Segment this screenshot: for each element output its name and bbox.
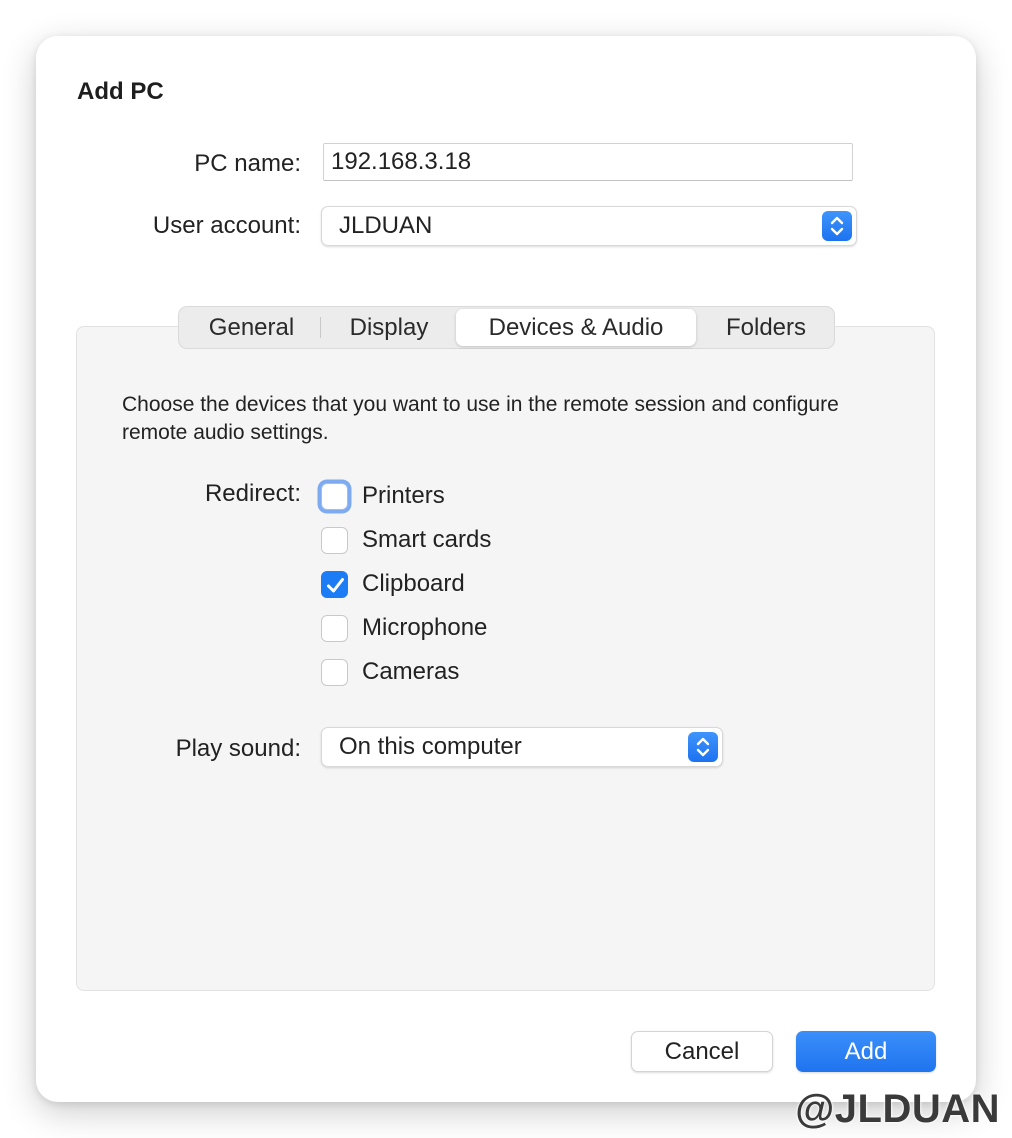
cameras-checkbox[interactable] [321,659,348,686]
play-sound-select[interactable]: On this computer [321,727,723,767]
redirect-label: Redirect: [204,480,301,507]
microphone-label: Microphone [362,614,488,641]
user-account-select[interactable]: JLDUAN [321,206,857,246]
smart-cards-checkbox[interactable] [321,527,348,554]
devices-description: Choose the devices that you want to use … [122,393,839,444]
tab-devices-audio[interactable]: Devices & Audio [456,309,696,346]
tab-display[interactable]: Display [326,307,452,348]
user-account-label: User account: [152,212,301,239]
tab-general[interactable]: General [189,307,314,348]
watermark: @JLDUAN [795,1087,1000,1131]
dialog-title: Add PC [77,78,164,105]
up-down-chevrons-icon [688,732,718,762]
printers-checkbox[interactable] [321,483,348,510]
pc-name-label: PC name: [194,150,301,177]
user-account-value: JLDUAN [339,212,433,239]
pc-name-input[interactable] [323,143,853,181]
play-sound-value: On this computer [339,733,522,760]
add-button[interactable]: Add [796,1031,936,1072]
microphone-checkbox[interactable] [321,615,348,642]
cancel-button[interactable]: Cancel [631,1031,773,1072]
tab-separator [320,317,321,338]
up-down-chevrons-icon [822,211,852,241]
printers-label: Printers [362,482,445,509]
smart-cards-label: Smart cards [362,526,492,553]
tab-folders[interactable]: Folders [702,307,830,348]
add-pc-dialog: Add PC PC name: User account: JLDUAN Gen… [36,36,976,1102]
tab-bar: General Display Devices & Audio Folders [178,306,835,349]
cameras-label: Cameras [362,658,460,685]
clipboard-label: Clipboard [362,570,465,597]
clipboard-checkbox[interactable] [321,571,348,598]
play-sound-label: Play sound: [175,735,301,762]
checkmark-icon [327,578,344,593]
